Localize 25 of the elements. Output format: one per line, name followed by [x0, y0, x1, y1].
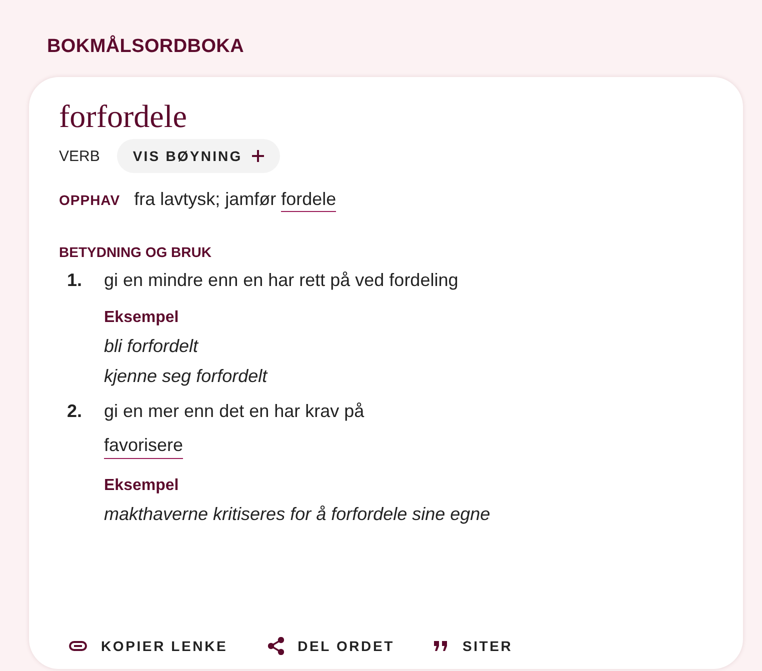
copy-link-button[interactable]: KOPIER LENKE: [69, 637, 228, 655]
link-icon: [69, 641, 87, 651]
origin-label: OPPHAV: [59, 192, 120, 208]
definition-text: gi en mer enn det en har krav på: [104, 401, 364, 422]
origin-text: fra lavtysk; jamfør fordele: [134, 189, 336, 210]
word-class: VERB: [59, 148, 100, 164]
inflection-button[interactable]: VIS BØYNING: [116, 139, 280, 173]
example-text: kjenne seg forfordelt: [104, 366, 268, 387]
definition-text: gi en mindre enn en har rett på ved fordeling: [104, 270, 458, 291]
definition-number: 2.: [67, 401, 84, 423]
plus-icon: [252, 150, 264, 162]
share-button[interactable]: DEL ORDET: [268, 637, 394, 655]
headword: forfordele: [59, 98, 187, 135]
share-icon: [268, 637, 284, 655]
word-link[interactable]: fordele: [281, 189, 336, 212]
dictionary-title: BOKMÅLSORDBOKA: [47, 36, 244, 58]
example-text: makthaverne kritiseres for å forfordele sine egne: [104, 504, 490, 525]
quote-icon: [434, 641, 448, 651]
section-heading: BETYDNING OG BRUK: [59, 244, 212, 260]
cite-button[interactable]: SITER: [434, 637, 513, 655]
example-text: bli forfordelt: [104, 336, 198, 357]
example-label: Eksempel: [104, 477, 179, 495]
example-label: Eksempel: [104, 309, 179, 327]
definition-number: 1.: [67, 270, 84, 292]
word-link[interactable]: favorisere: [104, 435, 184, 459]
